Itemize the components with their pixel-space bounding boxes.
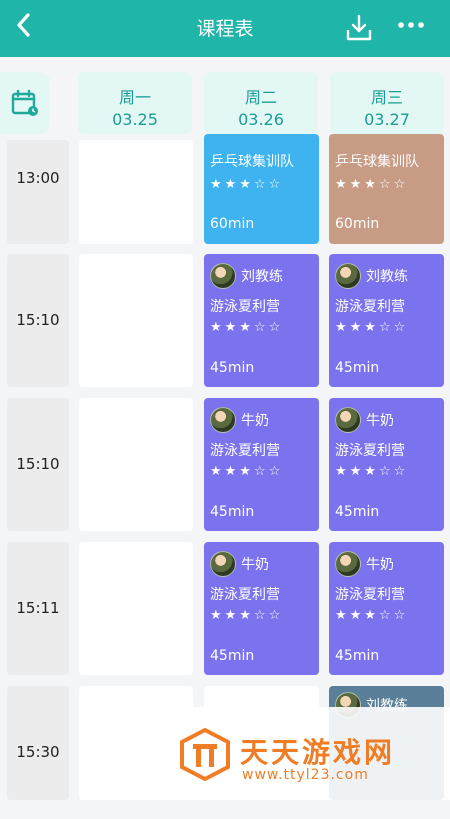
day-header-wed[interactable]: 周三 03.27 xyxy=(330,72,444,134)
avatar xyxy=(335,407,361,433)
avatar xyxy=(210,551,236,577)
download-icon[interactable] xyxy=(344,13,374,43)
course-name: 游泳夏利营 xyxy=(210,443,280,459)
watermark-logo-icon xyxy=(180,727,230,781)
coach-name: 牛奶 xyxy=(241,557,269,573)
time-cell: 15:11 xyxy=(7,542,69,675)
course-card[interactable]: 乒乓球集训队 ★★★☆☆ 60min xyxy=(204,134,319,244)
course-card[interactable]: 刘教练 游泳夏利营 ★★★☆☆ 45min xyxy=(204,254,319,387)
day-name: 周三 xyxy=(370,88,403,107)
coach: 牛奶 xyxy=(210,407,269,433)
empty-slot[interactable] xyxy=(79,140,193,244)
calendar-button[interactable] xyxy=(0,72,50,134)
day-name: 周二 xyxy=(244,88,277,107)
time-cell: 15:10 xyxy=(7,254,69,387)
rating-stars: ★★★☆☆ xyxy=(210,177,284,192)
course-duration: 45min xyxy=(335,504,380,520)
course-name: 游泳夏利营 xyxy=(335,587,405,603)
course-name: 游泳夏利营 xyxy=(335,299,405,315)
avatar xyxy=(335,263,361,289)
avatar xyxy=(210,407,236,433)
coach: 刘教练 xyxy=(335,263,408,289)
course-duration: 60min xyxy=(210,216,255,232)
coach: 牛奶 xyxy=(210,551,269,577)
watermark-title: 天天游戏网 xyxy=(240,736,396,769)
coach-name: 牛奶 xyxy=(241,413,269,429)
watermark-url: www.ttyl23.com xyxy=(242,767,369,783)
page-title: 课程表 xyxy=(196,18,254,40)
course-card[interactable]: 牛奶 游泳夏利营 ★★★☆☆ 45min xyxy=(204,542,319,675)
course-duration: 45min xyxy=(210,504,255,520)
day-date: 03.26 xyxy=(238,110,284,129)
coach: 牛奶 xyxy=(335,407,394,433)
rating-stars: ★★★☆☆ xyxy=(335,320,409,335)
rating-stars: ★★★☆☆ xyxy=(210,320,284,335)
empty-slot[interactable] xyxy=(79,254,193,387)
course-name: 游泳夏利营 xyxy=(210,587,280,603)
coach-name: 牛奶 xyxy=(366,413,394,429)
course-duration: 45min xyxy=(210,648,255,664)
course-card[interactable]: 乒乓球集训队 ★★★☆☆ 60min xyxy=(329,134,444,244)
rating-stars: ★★★☆☆ xyxy=(335,464,409,479)
course-card[interactable]: 牛奶 游泳夏利营 ★★★☆☆ 45min xyxy=(204,398,319,531)
coach-name: 牛奶 xyxy=(366,557,394,573)
course-card[interactable]: 牛奶 游泳夏利营 ★★★☆☆ 45min xyxy=(329,542,444,675)
time-cell: 13:00 xyxy=(7,140,69,244)
coach: 牛奶 xyxy=(335,551,394,577)
coach: 刘教练 xyxy=(210,263,283,289)
course-duration: 45min xyxy=(335,360,380,376)
time-cell: 15:10 xyxy=(7,398,69,531)
coach-name: 刘教练 xyxy=(366,269,408,285)
rating-stars: ★★★☆☆ xyxy=(210,608,284,623)
avatar xyxy=(210,263,236,289)
avatar xyxy=(335,551,361,577)
day-name: 周一 xyxy=(118,88,151,107)
rating-stars: ★★★☆☆ xyxy=(335,608,409,623)
day-header-mon[interactable]: 周一 03.25 xyxy=(78,72,192,134)
empty-slot[interactable] xyxy=(79,398,193,531)
empty-slot[interactable] xyxy=(79,542,193,675)
time-cell: 15:30 xyxy=(7,686,69,800)
watermark: 天天游戏网 www.ttyl23.com xyxy=(158,707,450,800)
rating-stars: ★★★☆☆ xyxy=(335,177,409,192)
day-date: 03.25 xyxy=(112,110,158,129)
calendar-icon xyxy=(11,89,38,116)
course-name: 乒乓球集训队 xyxy=(210,154,294,170)
course-duration: 45min xyxy=(335,648,380,664)
course-card[interactable]: 刘教练 游泳夏利营 ★★★☆☆ 45min xyxy=(329,254,444,387)
day-header-tue[interactable]: 周二 03.26 xyxy=(204,72,318,134)
course-name: 游泳夏利营 xyxy=(335,443,405,459)
course-card[interactable]: 牛奶 游泳夏利营 ★★★☆☆ 45min xyxy=(329,398,444,531)
course-name: 游泳夏利营 xyxy=(210,299,280,315)
rating-stars: ★★★☆☆ xyxy=(210,464,284,479)
course-name: 乒乓球集训队 xyxy=(335,154,419,170)
course-duration: 60min xyxy=(335,216,380,232)
more-dots-icon[interactable] xyxy=(396,13,426,43)
day-date: 03.27 xyxy=(364,110,410,129)
top-bar: 课程表 xyxy=(0,0,450,57)
course-duration: 45min xyxy=(210,360,255,376)
coach-name: 刘教练 xyxy=(241,269,283,285)
